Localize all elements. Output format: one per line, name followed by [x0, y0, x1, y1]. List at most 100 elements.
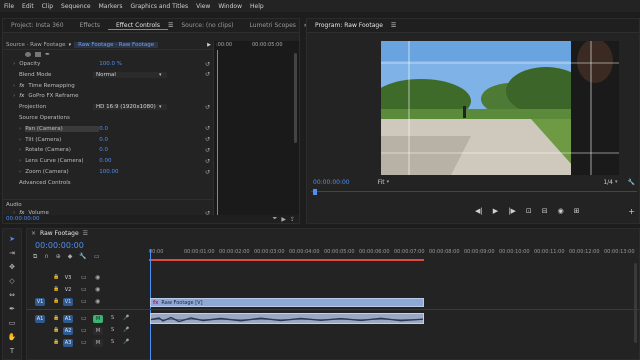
voiceover-icon[interactable]: 🎤 — [123, 327, 129, 333]
menu-graphics[interactable]: Graphics and Titles — [131, 3, 189, 10]
selection-tool-icon[interactable]: ➤ — [9, 235, 15, 243]
program-menu-icon[interactable]: ☰ — [391, 22, 396, 29]
menu-sequence[interactable]: Sequence — [61, 3, 91, 10]
track-target-video[interactable]: V1 — [63, 298, 73, 306]
sync-lock-icon[interactable]: ▭ — [81, 339, 87, 346]
dropdown-icon[interactable]: ▾ — [69, 42, 72, 48]
fx-badge[interactable]: fx — [19, 93, 24, 99]
linked-selection-icon[interactable]: ⊕ — [56, 253, 61, 261]
video-frame[interactable] — [381, 41, 619, 175]
captions-icon[interactable]: ▭ — [94, 253, 100, 261]
expand-icon[interactable]: › — [19, 169, 21, 175]
sync-lock-icon[interactable]: ▭ — [81, 274, 87, 281]
expand-icon[interactable]: › — [13, 93, 15, 99]
effect-param-value[interactable]: 100.00 — [99, 169, 118, 175]
sync-lock-icon[interactable]: ▭ — [81, 286, 87, 293]
expand-icon[interactable]: › — [19, 137, 21, 143]
timeline-ruler[interactable]: 00:00 00:00:01:00 00:00:02:00 00:00:03:00 00… — [149, 249, 639, 261]
close-icon[interactable]: × — [31, 230, 36, 237]
play-audio-icon[interactable]: ▶ — [281, 216, 286, 223]
ripple-edit-icon[interactable]: ✥ — [9, 263, 15, 271]
effect-row[interactable]: › Zoom (Camera) 100.00 ↺ — [3, 167, 213, 177]
eye-icon[interactable]: ◉ — [95, 274, 100, 281]
effect-row[interactable]: › Tilt (Camera) 0.0 ↺ — [3, 135, 213, 145]
lock-icon[interactable]: 🔒 — [53, 315, 59, 321]
resolution-dropdown[interactable]: 1/4 — [603, 179, 613, 186]
source-patch-a1[interactable]: A1 — [35, 315, 45, 323]
add-marker-icon[interactable]: ◆ — [68, 253, 73, 261]
solo-button[interactable]: S — [111, 339, 114, 345]
filter-icon[interactable]: ⏷ — [273, 215, 278, 223]
lock-icon[interactable]: 🔒 — [53, 298, 59, 304]
lock-icon[interactable]: 🔒 — [53, 286, 59, 292]
slip-icon[interactable]: ⇔ — [9, 291, 15, 299]
timeline-scrollbar[interactable] — [634, 263, 637, 343]
export-icon[interactable]: ⇪ — [290, 216, 295, 223]
snap-icon[interactable]: ∩ — [44, 253, 48, 261]
current-time[interactable]: 00:00:00:00 — [3, 216, 40, 222]
menu-file[interactable]: File — [4, 3, 14, 10]
lock-icon[interactable]: 🔒 — [53, 339, 59, 345]
track-target-audio[interactable]: A1 — [63, 315, 73, 323]
reset-icon[interactable]: ↺ — [205, 104, 210, 111]
lift-icon[interactable]: ⊡ — [526, 207, 532, 215]
nest-icon[interactable]: ⧉ — [33, 253, 37, 261]
menu-markers[interactable]: Markers — [99, 3, 123, 10]
track-target-audio[interactable]: A3 — [63, 339, 73, 347]
keyframe-scrollbar[interactable] — [294, 53, 297, 143]
tab-project[interactable]: Project: Insta 360 — [3, 22, 72, 29]
track-target-audio[interactable]: A2 — [63, 327, 73, 335]
dropdown-chevron-icon[interactable]: ▾ — [159, 104, 162, 110]
effect-row[interactable]: Blend Mode Normal ▾ ↺ — [3, 70, 213, 80]
effect-param-value[interactable]: 0.0 — [99, 126, 108, 132]
effect-row[interactable]: › Lens Curve (Camera) 0.00 ↺ — [3, 156, 213, 166]
menu-view[interactable]: View — [196, 3, 210, 10]
program-title[interactable]: Program: Raw Footage — [307, 22, 391, 29]
sequence-name[interactable]: Raw Footage — [40, 230, 79, 237]
effect-param-dropdown[interactable]: Normal — [93, 71, 167, 78]
export-frame-icon[interactable]: ◉ — [558, 207, 564, 215]
fit-dropdown[interactable]: Fit — [378, 179, 385, 186]
tab-effects[interactable]: Effects — [72, 22, 108, 29]
settings-icon[interactable]: 🔧 — [628, 179, 635, 186]
mute-button[interactable]: M — [93, 339, 103, 347]
ellipse-mask-icon[interactable] — [25, 52, 31, 57]
eye-icon[interactable]: ◉ — [95, 286, 100, 293]
mute-button[interactable]: M — [93, 327, 103, 335]
program-timecode[interactable]: 00:00:00:00 — [307, 179, 350, 186]
play-icon[interactable]: ▶ — [493, 207, 498, 215]
timeline-settings-icon[interactable]: 🔧 — [79, 253, 86, 261]
fx-badge[interactable]: fx — [19, 83, 24, 89]
clip-name[interactable]: Raw Footage · Raw Footage — [74, 42, 159, 48]
voiceover-icon[interactable]: 🎤 — [123, 339, 129, 345]
effect-row[interactable]: › Opacity 100.0 % ↺ — [3, 59, 213, 69]
menu-clip[interactable]: Clip — [42, 3, 53, 10]
keyframe-playhead[interactable] — [217, 50, 218, 215]
rect-mask-icon[interactable] — [35, 52, 41, 57]
sync-lock-icon[interactable]: ▭ — [81, 298, 87, 305]
effect-row[interactable]: › Pan (Camera) 0.0 ↺ — [3, 124, 213, 134]
solo-button[interactable]: S — [111, 327, 114, 333]
track-target-video[interactable]: V2 — [63, 286, 73, 294]
effect-param-dropdown[interactable]: HD 16:9 (1920x1080) — [93, 104, 167, 111]
dropdown-chevron-icon[interactable]: ▾ — [159, 72, 162, 78]
lock-icon[interactable]: 🔒 — [53, 327, 59, 333]
effect-row[interactable]: Advanced Controls — [3, 178, 213, 188]
reset-icon[interactable]: ↺ — [205, 71, 210, 78]
timeline-timecode[interactable]: 00:00:00:00 — [35, 241, 84, 250]
effect-row[interactable]: › Rotate (Camera) 0.0 ↺ — [3, 145, 213, 155]
effect-param-value[interactable]: 0.00 — [99, 158, 111, 164]
tab-lumetri-scopes[interactable]: Lumetri Scopes — [242, 22, 304, 29]
expand-icon[interactable]: › — [19, 147, 21, 153]
effect-param-value[interactable]: 0.0 — [99, 147, 108, 153]
add-button-icon[interactable]: + — [628, 207, 635, 216]
reset-icon[interactable]: ↺ — [205, 136, 210, 143]
sequence-menu-icon[interactable]: ☰ — [83, 230, 88, 237]
effect-param-value[interactable]: 0.0 — [99, 137, 108, 143]
tab-source[interactable]: Source: (no clips) — [173, 22, 241, 29]
sync-lock-icon[interactable]: ▭ — [81, 327, 87, 334]
track-select-icon[interactable]: ⇥ — [9, 249, 15, 257]
expand-icon[interactable]: › — [19, 158, 21, 164]
solo-button[interactable]: S — [111, 315, 114, 321]
tab-effect-controls[interactable]: Effect Controls — [107, 22, 168, 30]
